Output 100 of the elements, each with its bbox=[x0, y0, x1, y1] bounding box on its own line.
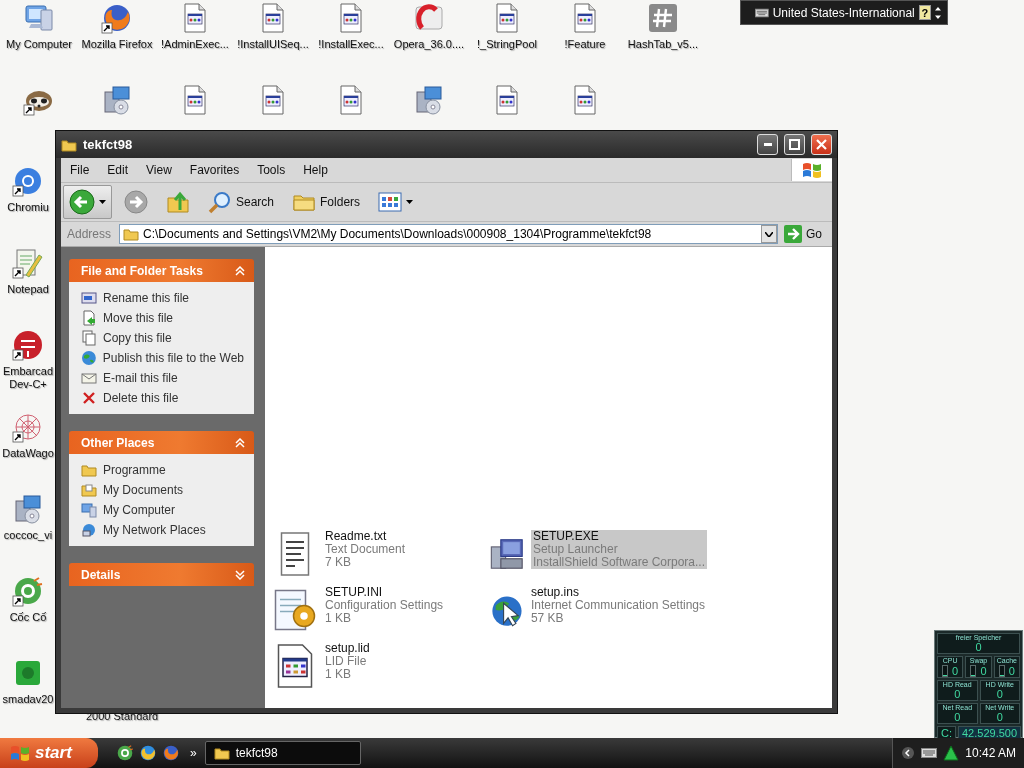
move-icon bbox=[81, 310, 97, 326]
monitor-value: 0 bbox=[954, 689, 961, 700]
views-grid-icon bbox=[378, 191, 403, 213]
menu-item[interactable]: Help bbox=[294, 163, 337, 177]
globe-icon[interactable] bbox=[139, 744, 157, 762]
computer-icon[interactable] bbox=[23, 2, 55, 34]
flower-icon[interactable] bbox=[12, 411, 44, 443]
more-chevron[interactable]: » bbox=[186, 746, 205, 760]
back-button[interactable] bbox=[63, 185, 112, 219]
address-field[interactable]: C:\Documents and Settings\VM2\My Documents\Downloads\000908_1304\Programme\tekfct98 bbox=[119, 224, 778, 244]
caret-icon bbox=[99, 200, 106, 204]
menu-item[interactable]: File bbox=[61, 163, 99, 177]
installer-icon[interactable] bbox=[413, 84, 445, 116]
icon-label[interactable]: DataWago bbox=[2, 447, 54, 460]
icon-label[interactable]: Notepad bbox=[7, 283, 49, 296]
icon-label[interactable]: !Feature bbox=[564, 38, 606, 51]
globe-icon[interactable] bbox=[101, 2, 133, 34]
folder-icon bbox=[123, 226, 140, 242]
task-link[interactable]: Programme bbox=[81, 462, 244, 478]
task-link[interactable]: E-mail this file bbox=[81, 370, 244, 386]
icon-label[interactable]: Cốc Cố bbox=[9, 611, 47, 624]
start-button[interactable]: start bbox=[0, 738, 98, 768]
triangle-icon[interactable] bbox=[943, 745, 960, 761]
clock: 10:42 AM bbox=[965, 746, 1016, 760]
expand-chevron-icon[interactable] bbox=[234, 569, 246, 580]
icon-label[interactable]: smadav20 bbox=[2, 693, 54, 706]
monitor-value: 0 bbox=[954, 712, 961, 723]
task-link[interactable]: My Documents bbox=[81, 482, 244, 498]
globe-icon bbox=[81, 350, 97, 366]
minimize-icon bbox=[763, 143, 772, 146]
folder-icon bbox=[81, 462, 97, 478]
go-button[interactable]: Go bbox=[782, 225, 830, 243]
menu-item[interactable]: Favorites bbox=[180, 163, 249, 177]
icon-label[interactable]: Embarcad Dev-C+ bbox=[2, 365, 54, 391]
dropdown-button[interactable] bbox=[761, 225, 777, 243]
maximize-button[interactable] bbox=[784, 134, 805, 155]
task-link[interactable]: Move this file bbox=[81, 310, 244, 326]
monitor-value: 0 bbox=[1008, 665, 1015, 677]
file-item-text[interactable]: Readme.txt Text Document 7 KB bbox=[323, 530, 408, 569]
globe-icon[interactable] bbox=[162, 744, 180, 762]
folder-up-icon bbox=[166, 190, 190, 214]
installer-icon[interactable] bbox=[101, 84, 133, 116]
task-link[interactable]: Rename this file bbox=[81, 290, 244, 306]
documents-folder-icon bbox=[81, 482, 97, 498]
caret-icon bbox=[765, 231, 773, 237]
options-arrows-icon[interactable] bbox=[935, 5, 941, 20]
icon-label[interactable]: HashTab_v5... bbox=[627, 38, 699, 51]
icon-label[interactable]: !InstallUISeq... bbox=[237, 38, 309, 51]
task-link[interactable]: Delete this file bbox=[81, 390, 244, 406]
icon-label[interactable]: !InstallExec... bbox=[318, 38, 384, 51]
help-button[interactable]: ? bbox=[918, 5, 931, 20]
app-icon[interactable] bbox=[116, 744, 134, 762]
icon-label[interactable]: My Computer bbox=[6, 38, 72, 51]
close-button[interactable] bbox=[811, 134, 832, 155]
search-icon bbox=[208, 190, 232, 214]
flag-logo-icon bbox=[802, 161, 822, 179]
minimize-button[interactable] bbox=[757, 134, 778, 155]
search-button[interactable]: Search bbox=[202, 185, 281, 219]
icon-label[interactable]: Chromiu bbox=[7, 201, 49, 214]
collapse-chevron-icon[interactable] bbox=[234, 265, 246, 276]
language-name: United States-International bbox=[772, 5, 915, 20]
envelope-icon bbox=[81, 370, 97, 386]
caret-icon bbox=[406, 200, 414, 204]
file-item-text[interactable]: setup.lid LID File 1 KB bbox=[323, 642, 372, 681]
taskbar-button[interactable]: tekfct98 bbox=[204, 741, 361, 765]
task-link[interactable]: My Network Places bbox=[81, 522, 244, 538]
app-icon[interactable] bbox=[12, 329, 44, 361]
window-title: tekfct98 bbox=[83, 137, 134, 152]
rename-icon bbox=[81, 290, 97, 306]
icon-label[interactable]: Mozilla Firefox bbox=[81, 38, 153, 51]
file-item-text[interactable]: SETUP.INI Configuration Settings 1 KB bbox=[323, 586, 446, 625]
icon-label[interactable]: coccoc_vi bbox=[3, 529, 53, 542]
task-link[interactable]: Copy this file bbox=[81, 330, 244, 346]
menu-item[interactable]: View bbox=[137, 163, 181, 177]
flag-logo-icon bbox=[10, 744, 30, 762]
maximize-icon bbox=[789, 139, 800, 150]
monitor-value: 0 bbox=[980, 665, 987, 677]
monitor-value: 0 bbox=[952, 665, 959, 677]
close-icon bbox=[816, 139, 827, 150]
monitor-value: 0 bbox=[996, 712, 1003, 723]
folders-button[interactable]: Folders bbox=[286, 185, 367, 219]
file-item-text[interactable]: setup.ins Internet Communication Settings 57 KB bbox=[528, 586, 707, 625]
keyboard-icon bbox=[755, 7, 769, 18]
icon-label[interactable]: Opera_36.0.... bbox=[393, 38, 465, 51]
collapse-chevron-icon[interactable] bbox=[234, 437, 246, 448]
task-link[interactable]: Publish this file to the Web bbox=[81, 350, 244, 366]
computer-icon bbox=[81, 502, 97, 518]
menu-item[interactable]: Tools bbox=[248, 163, 295, 177]
installer-icon[interactable] bbox=[12, 493, 44, 525]
icon-label[interactable]: !_StringPool bbox=[477, 38, 537, 51]
task-link[interactable]: My Computer bbox=[81, 502, 244, 518]
delete-icon bbox=[81, 390, 97, 406]
address-label: Address bbox=[66, 227, 113, 241]
file-item-text[interactable]: SETUP.EXE Setup Launcher InstallShield Software Corpora... bbox=[530, 530, 707, 569]
notepad-icon[interactable] bbox=[12, 247, 44, 279]
icon-label[interactable]: !AdminExec... bbox=[161, 38, 229, 51]
chevron-left-icon[interactable] bbox=[901, 746, 916, 760]
menu-item[interactable]: Edit bbox=[98, 163, 138, 177]
folder-icon bbox=[213, 745, 230, 761]
keyboard-icon[interactable] bbox=[921, 748, 938, 758]
